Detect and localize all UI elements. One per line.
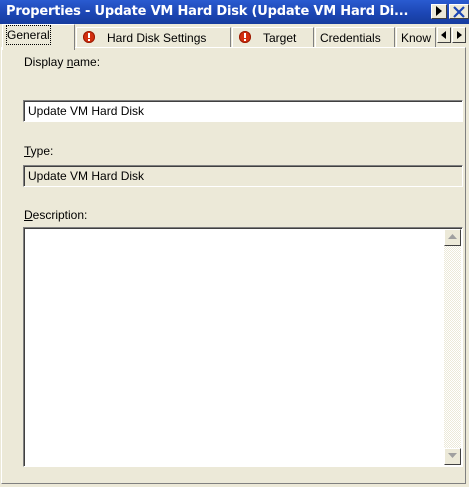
close-button[interactable] — [449, 4, 469, 19]
tab-hard-disk-settings[interactable]: Hard Disk Settings — [76, 27, 231, 48]
type-label: Type: — [24, 144, 54, 158]
tab-scroll-left-button[interactable] — [437, 27, 451, 43]
tab-credentials[interactable]: Credentials — [315, 27, 395, 48]
chevron-left-icon — [441, 31, 446, 39]
tab-label: General — [6, 25, 51, 45]
window-title: Properties - Update VM Hard Disk (Update… — [6, 4, 409, 19]
type-field: Update VM Hard Disk — [23, 165, 463, 187]
arrow-down-icon — [448, 453, 457, 458]
tab-label: Hard Disk Settings — [107, 31, 207, 45]
scroll-up-button[interactable] — [444, 229, 461, 246]
tab-general[interactable]: General — [2, 24, 75, 50]
tab-strip: General Hard Disk Settings Target Creden… — [0, 24, 469, 50]
title-bar: Properties - Update VM Hard Disk (Update… — [0, 0, 469, 24]
tab-label: Know — [401, 31, 432, 45]
close-icon — [453, 6, 465, 18]
type-value: Update VM Hard Disk — [28, 169, 145, 183]
description-textarea[interactable] — [23, 227, 463, 467]
display-name-input[interactable]: Update VM Hard Disk — [23, 100, 463, 122]
tab-knowledge[interactable]: Know — [396, 27, 436, 48]
scroll-down-button[interactable] — [444, 448, 461, 465]
tab-scroll-right-button[interactable] — [452, 27, 466, 43]
error-icon — [83, 31, 95, 43]
display-name-label: Display name: — [24, 55, 101, 69]
display-name-value: Update VM Hard Disk — [28, 104, 145, 118]
tab-target[interactable]: Target — [232, 27, 314, 48]
chevron-right-icon — [457, 31, 462, 39]
description-label: Description: — [24, 208, 88, 222]
vertical-scrollbar[interactable] — [444, 229, 461, 465]
tab-label: Credentials — [320, 31, 381, 45]
error-icon — [239, 31, 251, 43]
help-icon — [436, 6, 442, 16]
tab-label: Target — [263, 31, 297, 45]
help-button[interactable] — [431, 4, 447, 19]
arrow-up-icon — [448, 234, 457, 239]
